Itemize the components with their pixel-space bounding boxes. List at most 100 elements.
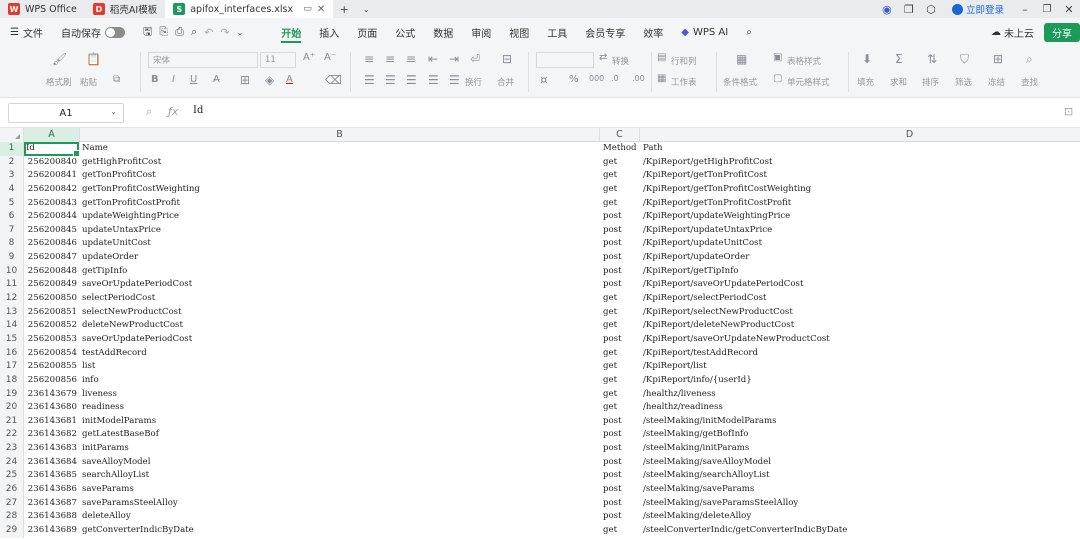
cell-name[interactable]: saveOrUpdatePeriodCost bbox=[82, 333, 599, 347]
cell-name[interactable]: saveOrUpdatePeriodCost bbox=[82, 278, 599, 292]
cell-name[interactable]: searchAlloyList bbox=[82, 469, 599, 483]
cell-id[interactable]: 236143680 bbox=[26, 401, 77, 415]
close-tab-icon[interactable]: ✕ bbox=[317, 4, 325, 15]
cell-name[interactable]: getTonProfitCostWeighting bbox=[82, 183, 599, 197]
menu-home[interactable]: 开始 bbox=[272, 18, 310, 46]
column-header-c[interactable]: C bbox=[600, 128, 640, 142]
row-number[interactable]: 8 bbox=[0, 237, 24, 252]
conditional-format-icon[interactable]: ▦ bbox=[736, 52, 747, 66]
cell-id[interactable]: 236143679 bbox=[26, 388, 77, 402]
cell-name[interactable]: getTipInfo bbox=[82, 265, 599, 279]
cell-path[interactable]: /KpiReport/deleteNewProductCost bbox=[643, 319, 1080, 333]
cell-name[interactable]: selectNewProductCost bbox=[82, 306, 599, 320]
convert-label[interactable]: 转换 bbox=[612, 55, 629, 67]
row-number[interactable]: 22 bbox=[0, 428, 24, 443]
cell-id[interactable]: 256200851 bbox=[26, 306, 77, 320]
restore-icon[interactable]: ❐ bbox=[1036, 0, 1058, 18]
export-pdf-icon[interactable]: ⎘ bbox=[159, 25, 168, 39]
worksheet-icon[interactable]: ▦ bbox=[657, 73, 666, 84]
cell-id[interactable]: 256200841 bbox=[26, 169, 77, 183]
cell-method[interactable]: get bbox=[603, 360, 639, 374]
cell-method[interactable]: post bbox=[603, 415, 639, 429]
new-tab-icon[interactable]: + bbox=[333, 0, 355, 18]
row-number[interactable]: 20 bbox=[0, 401, 24, 415]
row-number[interactable]: 15 bbox=[0, 332, 24, 347]
cell-id[interactable]: 256200842 bbox=[26, 183, 77, 197]
fill-label[interactable]: 填充 bbox=[857, 76, 874, 88]
row-number[interactable]: 3 bbox=[0, 169, 24, 183]
formula-input[interactable]: Id bbox=[193, 105, 203, 116]
cell-method[interactable]: get bbox=[603, 524, 639, 538]
cell-path[interactable]: /KpiReport/testAddRecord bbox=[643, 347, 1080, 361]
wrap-text-icon[interactable]: ⏎ bbox=[470, 52, 480, 66]
font-size-select[interactable]: 11 bbox=[260, 52, 296, 68]
expand-formula-icon[interactable]: ⊡ bbox=[1064, 105, 1073, 118]
wrap-text-label[interactable]: 换行 bbox=[465, 76, 482, 88]
cell-id[interactable]: 256200854 bbox=[26, 347, 77, 361]
print-icon[interactable]: ⎙ bbox=[175, 25, 184, 39]
indent-increase-icon[interactable]: ⇥ bbox=[449, 52, 459, 66]
cell-id[interactable]: 236143681 bbox=[26, 415, 77, 429]
cell-method[interactable]: post bbox=[603, 456, 639, 470]
menu-insert[interactable]: 插入 bbox=[310, 18, 348, 46]
cell-method[interactable]: get bbox=[603, 156, 639, 170]
cell-path[interactable]: /KpiReport/getHighProfitCost bbox=[643, 156, 1080, 170]
row-number[interactable]: 5 bbox=[0, 196, 24, 211]
login-button[interactable]: 立即登录 bbox=[942, 0, 1014, 18]
row-number[interactable]: 10 bbox=[0, 264, 24, 279]
indent-decrease-icon[interactable]: ⇤ bbox=[428, 52, 438, 66]
cell-id[interactable]: 256200850 bbox=[26, 292, 77, 306]
cell-path[interactable]: /KpiReport/saveOrUpdatePeriodCost bbox=[643, 278, 1080, 292]
cell-path[interactable]: /healthz/liveness bbox=[643, 388, 1080, 402]
cell-id[interactable]: 236143682 bbox=[26, 428, 77, 442]
cell-id[interactable]: 256200856 bbox=[26, 374, 77, 388]
menu-data[interactable]: 数据 bbox=[424, 18, 462, 46]
font-name-select[interactable]: 宋体 bbox=[148, 52, 258, 68]
row-number[interactable]: 19 bbox=[0, 387, 24, 402]
cell-path[interactable]: /KpiReport/info/{userId} bbox=[643, 374, 1080, 388]
cell-name[interactable]: getHighProfitCost bbox=[82, 156, 599, 170]
window-preview-icon[interactable]: ▭ bbox=[303, 4, 312, 14]
file-menu[interactable]: ☰ 文件 bbox=[0, 18, 52, 46]
cell-id[interactable]: 236143684 bbox=[26, 456, 77, 470]
row-number[interactable]: 27 bbox=[0, 496, 24, 511]
cell-name[interactable]: list bbox=[82, 360, 599, 374]
cell-name[interactable]: saveParams bbox=[82, 483, 599, 497]
percent-icon[interactable]: % bbox=[569, 74, 579, 85]
cell-name[interactable]: initParams bbox=[82, 442, 599, 456]
cell-name[interactable]: updateWeightingPrice bbox=[82, 210, 599, 224]
filter-icon[interactable]: ⛉ bbox=[960, 52, 969, 67]
cell-method[interactable]: post bbox=[603, 497, 639, 511]
cell-method[interactable]: post bbox=[603, 237, 639, 251]
cell-method[interactable]: post bbox=[603, 510, 639, 524]
cell-id[interactable]: 236143685 bbox=[26, 469, 77, 483]
cell-path[interactable]: /KpiReport/updateUnitCost bbox=[643, 237, 1080, 251]
multi-window-icon[interactable]: ❐ bbox=[898, 0, 920, 18]
header-cell-method[interactable]: Method bbox=[603, 142, 639, 156]
paste-label[interactable]: 粘贴 bbox=[80, 76, 97, 88]
cell-method[interactable]: get bbox=[603, 292, 639, 306]
chevron-down-icon[interactable]: ⌄ bbox=[110, 107, 117, 116]
cell-path[interactable]: /KpiReport/updateWeightingPrice bbox=[643, 210, 1080, 224]
number-format-select[interactable] bbox=[536, 52, 594, 68]
menu-tools[interactable]: 工具 bbox=[538, 18, 576, 46]
cell-method[interactable]: get bbox=[603, 388, 639, 402]
find-icon[interactable]: ⌕ bbox=[1026, 52, 1033, 67]
convert-icon[interactable]: ⇄ bbox=[599, 52, 607, 63]
align-top-icon[interactable]: ≡ bbox=[364, 52, 374, 66]
font-color-icon[interactable]: A bbox=[286, 74, 293, 85]
freeze-icon[interactable]: ⊞ bbox=[993, 52, 1003, 66]
cube-icon[interactable]: ⬡ bbox=[920, 0, 942, 18]
row-number[interactable]: 24 bbox=[0, 455, 24, 470]
fill-color-icon[interactable]: ◈ bbox=[265, 73, 274, 87]
cell-method[interactable]: post bbox=[603, 278, 639, 292]
justify-icon[interactable]: ☰ bbox=[428, 73, 439, 87]
decrease-font-icon[interactable]: A⁻ bbox=[324, 52, 336, 63]
cell-method[interactable]: get bbox=[603, 183, 639, 197]
cell-path[interactable]: /steelMaking/initModelParams bbox=[643, 415, 1080, 429]
cell-name[interactable]: saveAlloyModel bbox=[82, 456, 599, 470]
cell-name[interactable]: liveness bbox=[82, 388, 599, 402]
cell-name[interactable]: deleteNewProductCost bbox=[82, 319, 599, 333]
cell-id[interactable]: 256200846 bbox=[26, 237, 77, 251]
worksheet-label[interactable]: 工作表 bbox=[671, 76, 697, 88]
